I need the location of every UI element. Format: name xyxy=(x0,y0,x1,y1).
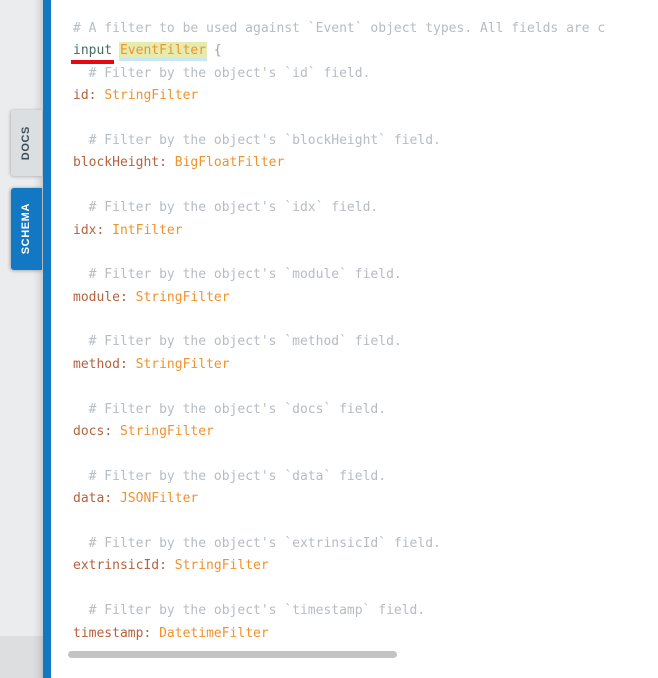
left-rail-lower-section xyxy=(0,636,43,678)
code-field-type-docs[interactable]: StringFilter xyxy=(120,424,214,439)
code-line-declaration: input EventFilter { xyxy=(51,40,658,62)
code-field-type-blockheight[interactable]: BigFloatFilter xyxy=(175,155,285,170)
sidebar-tab-docs[interactable]: DOCS xyxy=(11,110,42,176)
horizontal-scrollbar-thumb[interactable] xyxy=(68,651,397,658)
code-field-name-docs: docs xyxy=(73,424,105,440)
code-comment-id: # Filter by the object's `id` field. xyxy=(88,65,371,81)
code-line-field: idx: IntFilter xyxy=(51,220,658,242)
code-keyword-input: input xyxy=(73,43,113,59)
code-field-type-module[interactable]: StringFilter xyxy=(136,290,230,305)
rail-edge-shadow xyxy=(33,0,43,678)
code-field-name-id: id xyxy=(73,88,89,104)
code-field-name-data: data xyxy=(73,491,105,507)
code-open-brace: { xyxy=(213,43,222,59)
sidebar-tab-schema[interactable]: SCHEMA xyxy=(11,188,42,270)
code-line-comment: # Filter by the object's `extrinsicId` f… xyxy=(51,533,658,555)
code-line-comment: # Filter by the object's `id` field. xyxy=(51,63,658,85)
code-line-field: extrinsicId: StringFilter xyxy=(51,555,658,577)
panel-divider xyxy=(43,0,51,678)
graphql-schema-code: # A filter to be used against `Event` ob… xyxy=(51,0,658,645)
sidebar-tab-schema-label: SCHEMA xyxy=(20,203,32,255)
code-comment-data: # Filter by the object's `data` field. xyxy=(88,468,387,484)
code-field-type-data[interactable]: JSONFilter xyxy=(120,491,198,506)
code-line-header-comment: # A filter to be used against `Event` ob… xyxy=(51,18,658,40)
schema-code-panel: # A filter to be used against `Event` ob… xyxy=(51,0,658,678)
code-field-name-blockheight: blockHeight xyxy=(73,155,160,171)
code-field-colon-extrinsicid: : xyxy=(159,558,167,574)
code-field-type-idx[interactable]: IntFilter xyxy=(112,223,182,238)
sidebar-tab-docs-label: DOCS xyxy=(20,125,32,161)
code-comment-idx: # Filter by the object's `idx` field. xyxy=(88,200,379,216)
code-comment-docs: # Filter by the object's `docs` field. xyxy=(88,401,387,417)
code-comment-module: # Filter by the object's `module` field. xyxy=(88,267,402,283)
code-field-colon-docs: : xyxy=(104,424,113,440)
code-comment-header: # A filter to be used against `Event` ob… xyxy=(73,21,606,36)
code-line-field: module: StringFilter xyxy=(51,287,658,309)
code-line-comment: # Filter by the object's `timestamp` fie… xyxy=(51,600,658,622)
code-line-field: method: StringFilter xyxy=(51,354,658,376)
code-space-2 xyxy=(206,43,214,58)
code-line-comment: # Filter by the object's `blockHeight` f… xyxy=(51,130,658,152)
code-field-colon-blockheight: : xyxy=(159,155,167,171)
code-line-field: docs: StringFilter xyxy=(51,421,658,443)
code-field-name-module: module xyxy=(73,289,120,305)
code-field-type-timestamp[interactable]: DatetimeFilter xyxy=(159,626,269,641)
code-field-name-timestamp: timestamp xyxy=(73,625,144,641)
code-line-comment: # Filter by the object's `data` field. xyxy=(51,466,658,488)
code-line-field: timestamp: DatetimeFilter xyxy=(51,623,658,645)
code-line-comment: # Filter by the object's `idx` field. xyxy=(51,197,658,219)
code-line-field: blockHeight: BigFloatFilter xyxy=(51,152,658,174)
code-field-type-id[interactable]: StringFilter xyxy=(104,88,198,103)
code-comment-extrinsicid: # Filter by the object's `extrinsicId` f… xyxy=(88,535,441,551)
code-field-colon-timestamp: : xyxy=(143,625,152,641)
code-field-colon-idx: : xyxy=(96,222,105,238)
code-line-field: data: JSONFilter xyxy=(51,488,658,510)
code-line-comment: # Filter by the object's `module` field. xyxy=(51,264,658,286)
code-line-comment: # Filter by the object's `docs` field. xyxy=(51,399,658,421)
code-field-type-extrinsicid[interactable]: StringFilter xyxy=(175,558,269,573)
code-comment-blockheight: # Filter by the object's `blockHeight` f… xyxy=(88,132,441,148)
code-line-comment: # Filter by the object's `method` field. xyxy=(51,331,658,353)
code-field-type-method[interactable]: StringFilter xyxy=(136,357,230,372)
code-field-colon-id: : xyxy=(88,88,97,104)
code-comment-method: # Filter by the object's `method` field. xyxy=(88,334,402,350)
code-type-eventfilter[interactable]: EventFilter xyxy=(118,42,208,59)
code-field-name-idx: idx xyxy=(73,222,97,238)
schema-code-scroll-area[interactable]: # A filter to be used against `Event` ob… xyxy=(51,0,658,648)
left-rail: DOCS SCHEMA xyxy=(0,0,43,678)
code-comment-timestamp: # Filter by the object's `timestamp` fie… xyxy=(88,603,426,619)
code-field-name-extrinsicid: extrinsicId xyxy=(73,558,160,574)
code-field-colon-data: : xyxy=(104,491,113,507)
code-field-name-method: method xyxy=(73,356,120,372)
graphiql-schema-window: DOCS SCHEMA # A filter to be used agains… xyxy=(0,0,658,678)
code-field-colon-module: : xyxy=(119,289,128,305)
horizontal-scrollbar-track[interactable] xyxy=(51,646,658,664)
code-field-colon-method: : xyxy=(119,356,128,372)
code-line-field: id: StringFilter xyxy=(51,85,658,107)
